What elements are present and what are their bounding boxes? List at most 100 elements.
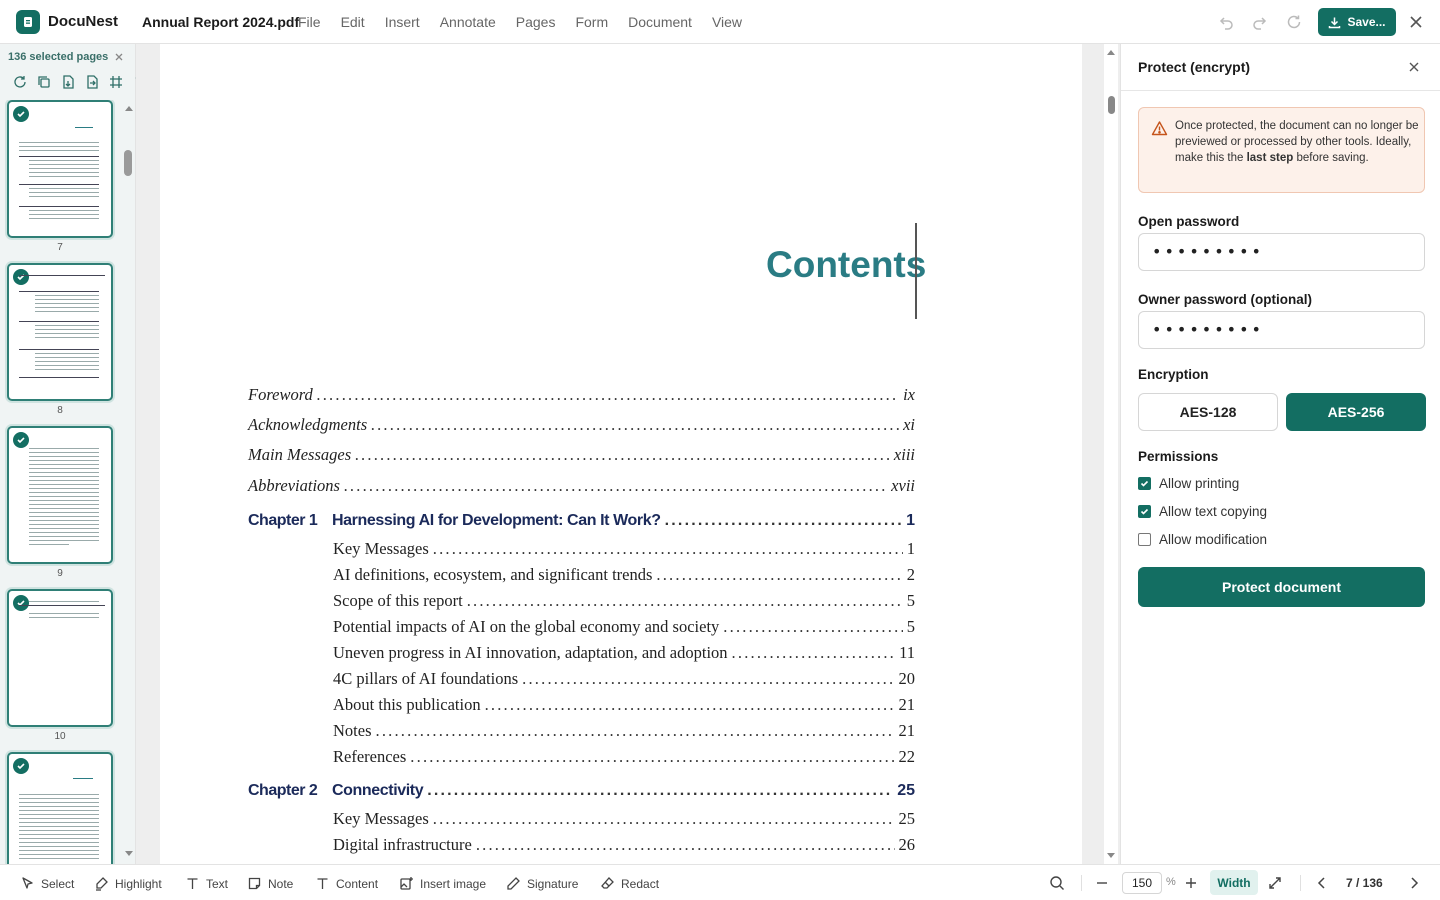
toc-leader: ........................................…	[371, 415, 899, 434]
toc-leader: ........................................…	[522, 669, 894, 688]
aes-256-option[interactable]: AES-256	[1286, 393, 1426, 431]
allow-text-copying-checkbox[interactable]: Allow text copying	[1138, 504, 1267, 519]
cursor-icon	[22, 877, 33, 889]
fullscreen-icon[interactable]	[1267, 875, 1283, 891]
menu-document[interactable]: Document	[628, 14, 692, 30]
toc-leader: ........................................…	[466, 591, 903, 610]
menu-edit[interactable]: Edit	[341, 14, 365, 30]
thumbnail-page-9[interactable]	[7, 426, 113, 564]
clear-selection-icon[interactable]	[114, 52, 124, 62]
protect-document-button[interactable]: Protect document	[1138, 567, 1425, 607]
grid-icon[interactable]	[108, 74, 124, 90]
zoom-unit: %	[1166, 876, 1176, 888]
encryption-label: Encryption	[1138, 367, 1209, 382]
toc-leader: ........................................…	[484, 695, 895, 714]
toc-entry: Key Messages............................…	[333, 539, 915, 563]
aes-128-option[interactable]: AES-128	[1138, 393, 1278, 431]
toc-leader: ........................................…	[375, 721, 895, 740]
toc-entry: 4C pillars of AI foundations............…	[333, 669, 915, 693]
menu-file[interactable]: File	[298, 14, 321, 30]
chevron-right-icon[interactable]	[1406, 875, 1422, 891]
signature-tool[interactable]: Signature	[506, 876, 578, 891]
toc-leader: ........................................…	[316, 385, 899, 404]
insert-image-tool[interactable]: Insert image	[399, 876, 486, 891]
zoom-out-icon[interactable]	[1094, 875, 1110, 891]
toc-chapter-1: Chapter 1 Harnessing AI for Development: …	[248, 512, 915, 536]
refresh-icon[interactable]	[1285, 13, 1303, 31]
scrollbar-thumb[interactable]	[124, 150, 132, 176]
content-tool[interactable]: Content	[315, 876, 378, 891]
fit-width-button[interactable]: Width	[1210, 870, 1258, 895]
scroll-up-arrow[interactable]	[125, 106, 133, 111]
insert-page-icon[interactable]	[84, 74, 100, 90]
save-button[interactable]: Save...	[1318, 8, 1396, 36]
scrollbar-thumb[interactable]	[1108, 96, 1115, 114]
toc-page: 25	[898, 809, 916, 828]
chevron-left-icon[interactable]	[1314, 875, 1330, 891]
menu-insert[interactable]: Insert	[385, 14, 420, 30]
separator	[1300, 875, 1301, 891]
highlight-tool[interactable]: Highlight	[94, 876, 162, 891]
menu-view[interactable]: View	[712, 14, 742, 30]
checkbox-checked-icon[interactable]	[1138, 477, 1151, 490]
tool-label: Content	[336, 876, 379, 891]
thumbnail-page-7[interactable]	[7, 100, 113, 238]
owner-password-field[interactable]: •••••••••	[1138, 311, 1425, 349]
text-icon	[187, 878, 198, 889]
download-icon	[1329, 17, 1341, 28]
checkmark-icon	[13, 595, 29, 611]
zoom-in-icon[interactable]	[1183, 875, 1199, 891]
toc-leader: ........................................…	[731, 643, 896, 662]
zoom-input[interactable]: 150	[1122, 872, 1162, 894]
extract-page-icon[interactable]	[60, 74, 76, 90]
select-tool[interactable]: Select	[20, 876, 74, 891]
close-icon[interactable]	[1408, 61, 1420, 73]
separator	[1081, 875, 1082, 891]
thumbnail-page-11[interactable]	[7, 752, 113, 864]
scroll-down-arrow[interactable]	[125, 851, 133, 856]
logo-icon	[16, 10, 40, 34]
open-password-field[interactable]: •••••••••	[1138, 233, 1425, 271]
allow-printing-checkbox[interactable]: Allow printing	[1138, 476, 1239, 491]
toc-label: Uneven progress in AI innovation, adapta…	[333, 643, 728, 662]
text-tool[interactable]: Text	[185, 876, 228, 891]
toc-page: ix	[903, 385, 915, 404]
close-icon[interactable]	[1406, 12, 1426, 32]
toc-page: 5	[906, 591, 915, 610]
toc-label: Foreword	[248, 385, 313, 404]
toc-label: References	[333, 747, 407, 766]
save-label: Save...	[1347, 15, 1386, 29]
thumbnail-page-number: 10	[54, 731, 66, 742]
rotate-icon[interactable]	[12, 74, 28, 90]
toc-entry: AI definitions, ecosystem, and significa…	[333, 565, 915, 589]
undo-icon[interactable]	[1217, 13, 1235, 31]
thumbnail-scrollbar[interactable]	[122, 100, 134, 862]
allow-modification-checkbox[interactable]: Allow modification	[1138, 532, 1267, 547]
duplicate-icon[interactable]	[36, 74, 52, 90]
document-scrollbar[interactable]	[1104, 44, 1118, 864]
document-viewer[interactable]: Contents Foreword.......................…	[136, 44, 1120, 864]
search-icon[interactable]	[1049, 875, 1065, 891]
toc-page: 2	[906, 565, 915, 584]
tool-label: Text	[206, 876, 229, 891]
scroll-down-arrow[interactable]	[1107, 853, 1115, 858]
toc-page: 21	[898, 695, 916, 714]
checkbox-checked-icon[interactable]	[1138, 505, 1151, 518]
menu-form[interactable]: Form	[575, 14, 608, 30]
menu-pages[interactable]: Pages	[516, 14, 556, 30]
toc-leader: ........................................…	[343, 476, 887, 495]
thumbnail-list[interactable]: 7 8 9 10	[0, 100, 122, 864]
redact-tool[interactable]: Redact	[600, 876, 659, 891]
menu-annotate[interactable]: Annotate	[440, 14, 496, 30]
toc-entry: Digital infrastructure..................…	[333, 835, 915, 859]
thumbnail-page-8[interactable]	[7, 263, 113, 401]
checkbox-unchecked-icon[interactable]	[1138, 533, 1151, 546]
toc-leader: ........................................…	[432, 539, 903, 558]
thumbnail-page-10[interactable]	[7, 589, 113, 727]
note-tool[interactable]: Note	[247, 876, 293, 891]
protect-panel: Protect (encrypt) Once protected, the do…	[1120, 44, 1440, 864]
redo-icon[interactable]	[1251, 13, 1269, 31]
toc-entry: Potential impacts of AI on the global ec…	[333, 617, 915, 641]
scroll-up-arrow[interactable]	[1107, 50, 1115, 55]
toc-chapter-2: Chapter 2 Connectivity...................…	[248, 782, 915, 806]
